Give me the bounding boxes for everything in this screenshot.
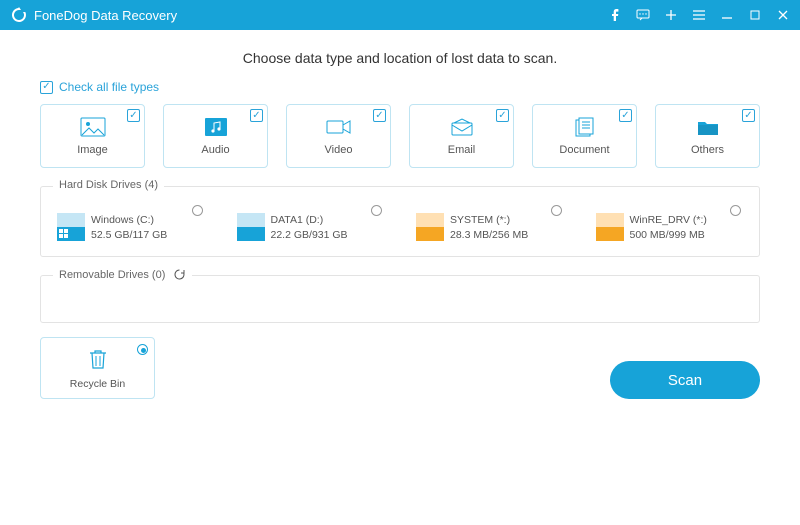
image-icon	[79, 116, 107, 138]
drive-text: Windows (C:)52.5 GB/117 GB	[91, 213, 167, 242]
drive-item[interactable]: SYSTEM (*:)28.3 MB/256 MB	[412, 205, 568, 246]
refresh-icon[interactable]	[173, 268, 186, 281]
check-all-label: Check all file types	[59, 80, 159, 94]
drive-size: 22.2 GB/931 GB	[271, 228, 348, 243]
drive-icon	[416, 213, 444, 241]
drive-size: 28.3 MB/256 MB	[450, 228, 528, 243]
main-content: Choose data type and location of lost da…	[0, 30, 800, 413]
drive-size: 52.5 GB/117 GB	[91, 228, 167, 243]
drive-radio[interactable]	[371, 205, 382, 216]
type-card-others[interactable]: Others	[655, 104, 760, 168]
maximize-icon[interactable]	[748, 8, 762, 22]
close-icon[interactable]	[776, 8, 790, 22]
others-icon	[694, 116, 722, 138]
hard-disk-title: Hard Disk Drives (4)	[53, 179, 164, 191]
page-heading: Choose data type and location of lost da…	[40, 50, 760, 66]
type-card-image[interactable]: Image	[40, 104, 145, 168]
type-label: Video	[325, 144, 353, 156]
recycle-label: Recycle Bin	[70, 378, 125, 390]
drive-name: Windows (C:)	[91, 213, 167, 228]
type-checkbox[interactable]	[250, 109, 263, 122]
share-fb-icon[interactable]	[608, 8, 622, 22]
app-title: FoneDog Data Recovery	[34, 8, 608, 23]
titlebar-buttons	[608, 8, 790, 22]
type-label: Others	[691, 144, 724, 156]
drive-name: WinRE_DRV (*:)	[630, 213, 707, 228]
audio-icon	[202, 116, 230, 138]
drive-text: SYSTEM (*:)28.3 MB/256 MB	[450, 213, 528, 242]
drive-name: SYSTEM (*:)	[450, 213, 528, 228]
drive-text: WinRE_DRV (*:)500 MB/999 MB	[630, 213, 707, 242]
minimize-icon[interactable]	[720, 8, 734, 22]
recycle-radio[interactable]	[137, 344, 148, 355]
recycle-bin-card[interactable]: Recycle Bin	[40, 337, 155, 399]
drive-name: DATA1 (D:)	[271, 213, 348, 228]
drive-radio[interactable]	[192, 205, 203, 216]
drive-radio[interactable]	[730, 205, 741, 216]
removable-section: Removable Drives (0)	[40, 275, 760, 323]
type-card-document[interactable]: Document	[532, 104, 637, 168]
document-icon	[571, 116, 599, 138]
drive-item[interactable]: Windows (C:)52.5 GB/117 GB	[53, 205, 209, 246]
drive-icon	[57, 213, 85, 241]
drive-item[interactable]: WinRE_DRV (*:)500 MB/999 MB	[592, 205, 748, 246]
scan-button[interactable]: Scan	[610, 361, 760, 399]
type-card-audio[interactable]: Audio	[163, 104, 268, 168]
type-label: Audio	[201, 144, 229, 156]
type-card-email[interactable]: Email	[409, 104, 514, 168]
trash-icon	[87, 347, 109, 374]
drive-item[interactable]: DATA1 (D:)22.2 GB/931 GB	[233, 205, 389, 246]
type-label: Email	[448, 144, 476, 156]
type-label: Image	[77, 144, 108, 156]
drive-radio[interactable]	[551, 205, 562, 216]
drive-text: DATA1 (D:)22.2 GB/931 GB	[271, 213, 348, 242]
type-checkbox[interactable]	[619, 109, 632, 122]
type-card-video[interactable]: Video	[286, 104, 391, 168]
type-checkbox[interactable]	[742, 109, 755, 122]
removable-title: Removable Drives (0)	[59, 269, 165, 281]
email-icon	[448, 116, 476, 138]
app-logo-icon	[10, 6, 28, 24]
type-label: Document	[559, 144, 609, 156]
check-all-checkbox[interactable]	[40, 81, 53, 94]
file-type-row: Image Audio Video Email Document Others	[40, 104, 760, 168]
video-icon	[325, 116, 353, 138]
menu-icon[interactable]	[692, 8, 706, 22]
bottom-row: Recycle Bin Scan	[40, 337, 760, 413]
check-all-row[interactable]: Check all file types	[40, 80, 760, 94]
scan-button-label: Scan	[668, 372, 702, 389]
drive-size: 500 MB/999 MB	[630, 228, 707, 243]
drive-icon	[237, 213, 265, 241]
type-checkbox[interactable]	[496, 109, 509, 122]
hard-disk-section: Hard Disk Drives (4) Windows (C:)52.5 GB…	[40, 186, 760, 257]
titlebar: FoneDog Data Recovery	[0, 0, 800, 30]
type-checkbox[interactable]	[373, 109, 386, 122]
feedback-icon[interactable]	[636, 8, 650, 22]
add-icon[interactable]	[664, 8, 678, 22]
drive-icon	[596, 213, 624, 241]
type-checkbox[interactable]	[127, 109, 140, 122]
